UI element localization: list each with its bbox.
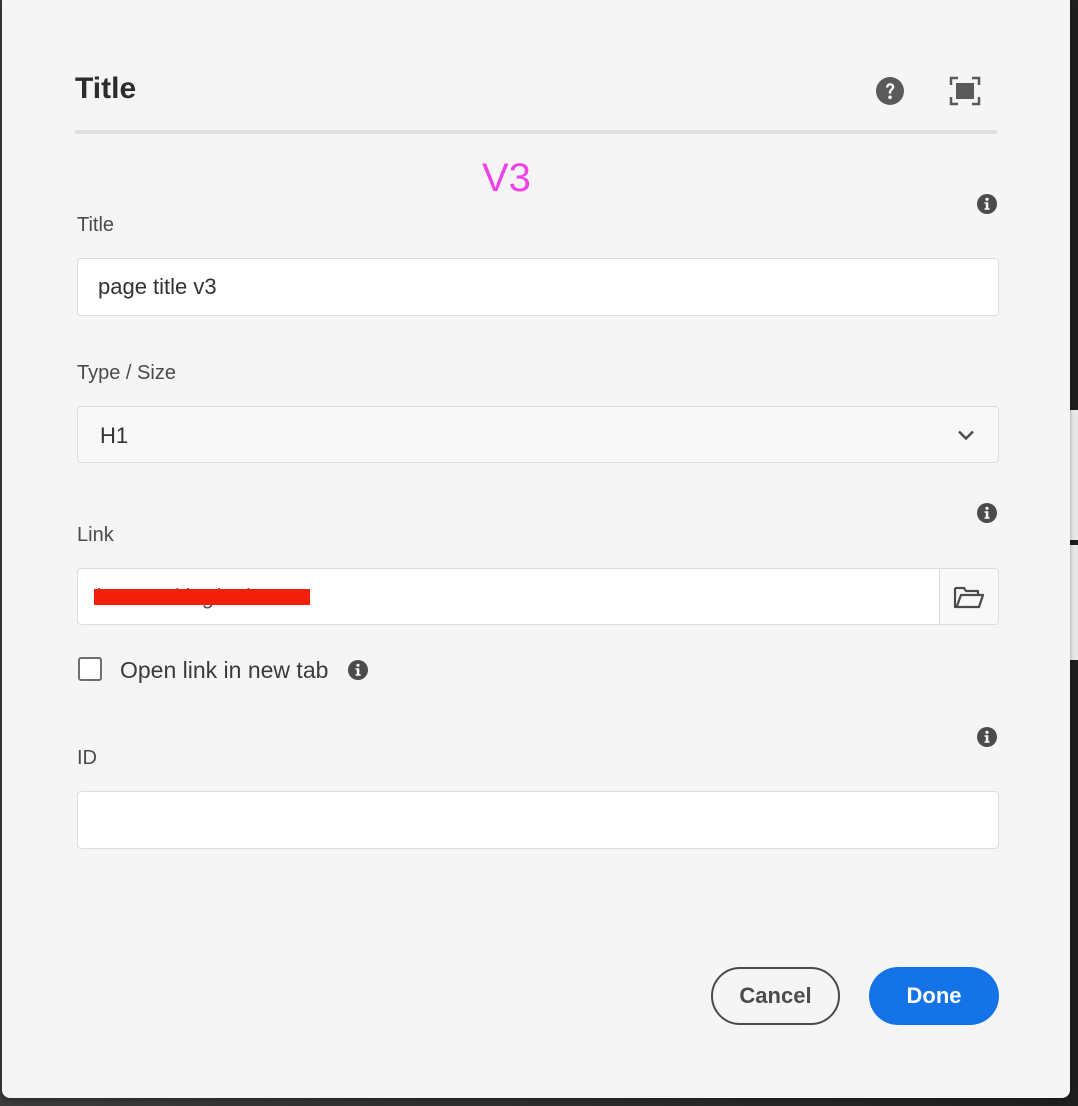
info-icon[interactable]: [347, 659, 369, 681]
info-icon[interactable]: [976, 726, 998, 748]
link-field: [77, 568, 999, 625]
folder-open-icon: [953, 586, 985, 608]
fullscreen-icon: [949, 76, 981, 106]
info-icon[interactable]: [976, 193, 998, 215]
type-size-label: Type / Size: [77, 362, 176, 384]
title-input[interactable]: [77, 258, 999, 316]
help-button[interactable]: [873, 74, 907, 108]
cancel-button[interactable]: Cancel: [711, 967, 840, 1025]
redaction-bar: [94, 589, 310, 605]
version-tag: V3: [482, 156, 531, 200]
done-button[interactable]: Done: [869, 967, 999, 1025]
chevron-down-icon: [958, 430, 974, 441]
id-input[interactable]: [77, 791, 999, 849]
backdrop-strip: [1070, 410, 1078, 540]
fullscreen-button[interactable]: [948, 74, 982, 108]
open-new-tab-checkbox[interactable]: [78, 657, 102, 681]
help-circle-icon: [876, 77, 904, 105]
open-new-tab-label[interactable]: Open link in new tab: [120, 657, 328, 684]
backdrop-strip: [1070, 545, 1078, 660]
browse-path-button[interactable]: [939, 569, 998, 624]
dialog-header: Title: [75, 60, 997, 134]
title-field-label: Title: [77, 214, 115, 236]
dialog-title: Title: [75, 72, 137, 105]
info-icon[interactable]: [976, 502, 998, 524]
type-size-select[interactable]: H1: [77, 406, 999, 463]
link-field-label: Link: [77, 524, 114, 546]
id-field-label: ID: [77, 747, 97, 769]
title-dialog: Title V3 Title Type / Size H1: [2, 0, 1070, 1098]
type-size-selected-value: H1: [100, 423, 129, 448]
